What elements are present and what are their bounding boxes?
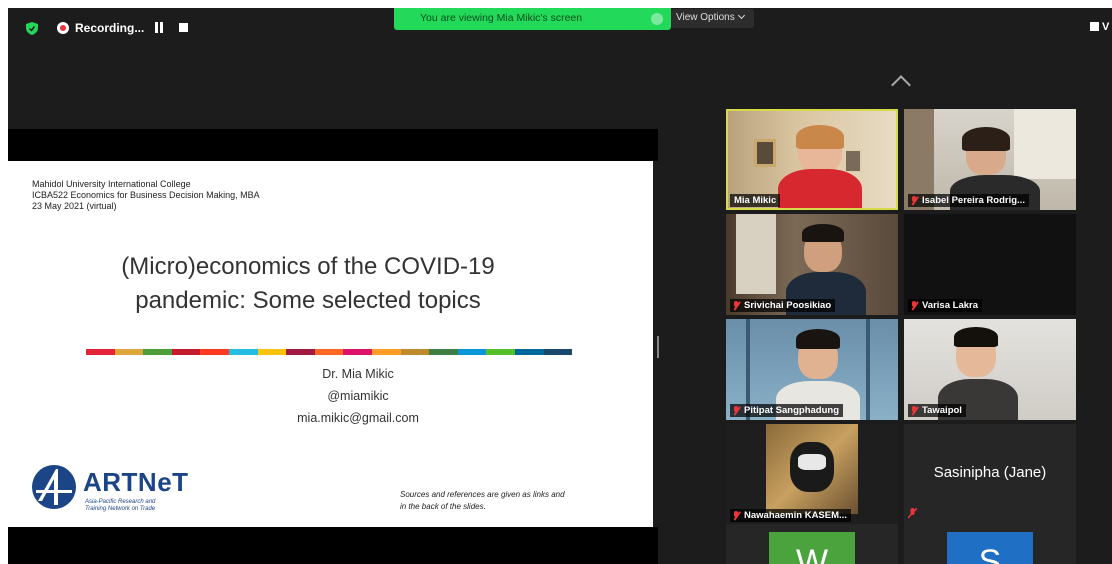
active-speaker-border (726, 109, 898, 210)
recording-label: Recording... (75, 21, 145, 35)
color-bar-segment (429, 349, 458, 355)
title-line: (Micro)economics of the COVID-19 (121, 253, 495, 280)
participant-name-text: Pitipat Sangphadung (744, 405, 839, 416)
mic-muted-icon (733, 406, 740, 415)
meta-line: ICBA522 Economics for Business Decision … (32, 190, 260, 200)
participant-tile[interactable]: Sasinipha (Jane) (904, 424, 1076, 525)
sources-line: in the back of the slides. (400, 502, 486, 511)
participant-tile[interactable]: S (904, 524, 1076, 564)
mic-muted-icon (733, 511, 740, 520)
banner-dot (651, 13, 663, 25)
sources-note: Sources and references are given as link… (400, 489, 640, 513)
color-bar-segment (314, 349, 344, 355)
author-handle: @miamikic (327, 389, 389, 403)
author-name: Dr. Mia Mikic (322, 367, 394, 381)
share-letterbox-top (8, 129, 658, 161)
participant-hair (962, 127, 1010, 151)
color-bar-segment (257, 349, 287, 355)
chevron-up-icon[interactable] (891, 75, 911, 95)
participant-tile[interactable]: Mia Mikic (726, 109, 898, 210)
meta-line: Mahidol University International College (32, 179, 191, 189)
sdg-color-bar (86, 349, 573, 355)
artnet-logo-text: ARTNeT (83, 467, 189, 497)
participant-avatar: S (947, 532, 1033, 564)
mic-muted-icon (911, 196, 918, 205)
viewing-banner-text: You are viewing Mia Mikic's screen (420, 12, 583, 24)
participant-tile[interactable]: W (726, 524, 898, 564)
window-bar (866, 319, 870, 420)
mic-muted-icon (911, 301, 918, 310)
logo-sub-line: Asia-Pacific Research and (85, 499, 156, 505)
shield-icon[interactable] (26, 22, 38, 35)
pause-icon[interactable] (153, 22, 165, 34)
share-letterbox-bottom (8, 527, 658, 564)
logo-sub-line: Training Network on Trade (85, 506, 156, 512)
participant-name: Srivichai Poosikiao (730, 299, 836, 312)
participant-tile[interactable]: Varisa Lakra (904, 214, 1076, 315)
color-bar-segment (514, 349, 544, 355)
participant-name: Tawaipol (908, 404, 966, 417)
record-icon (57, 22, 69, 34)
zoom-window: Recording... You are viewing Mia Mikic's… (8, 8, 1112, 564)
mic-muted-icon (908, 508, 917, 519)
color-bar-segment (171, 349, 201, 355)
title-line: pandemic: Some selected topics (135, 287, 481, 314)
color-bar-segment (200, 349, 229, 355)
participant-name: Pitipat Sangphadung (730, 404, 843, 417)
participant-hair (802, 224, 844, 242)
color-bar-segment (228, 349, 258, 355)
participant-hair (796, 329, 840, 349)
split-resize-handle[interactable] (657, 336, 659, 358)
author-email: mia.mikic@gmail.com (297, 411, 419, 425)
color-bar-segment (486, 349, 515, 355)
view-options-label: View Options (676, 12, 735, 23)
participant-tile[interactable]: Isabel Pereira Rodrig... (904, 109, 1076, 210)
participant-tile[interactable]: Tawaipol (904, 319, 1076, 420)
stop-icon[interactable] (179, 23, 188, 32)
shared-slide: Mahidol University International College… (8, 161, 653, 527)
color-bar-segment (400, 349, 430, 355)
viewing-banner: You are viewing Mia Mikic's screen (394, 8, 671, 30)
color-bar-segment (343, 349, 372, 355)
view-mode-button[interactable]: V (1090, 21, 1109, 33)
participant-center-name: Sasinipha (Jane) (933, 464, 1047, 481)
mic-muted-icon (733, 301, 740, 310)
color-bar-segment (86, 349, 115, 355)
chevron-down-icon (737, 11, 745, 20)
view-mode-label: V (1102, 21, 1110, 33)
participant-name-text: Tawaipol (922, 405, 962, 416)
color-bar-segment (114, 349, 144, 355)
color-bar-segment (143, 349, 172, 355)
view-options-button[interactable]: View Options (671, 9, 754, 28)
participant-hair (954, 327, 998, 347)
slide-meta: Mahidol University International College… (32, 179, 260, 212)
participant-name-text: Srivichai Poosikiao (744, 300, 832, 311)
color-bar-segment (543, 349, 573, 355)
participant-name-text: Varisa Lakra (922, 300, 978, 311)
sources-line: Sources and references are given as link… (400, 490, 565, 499)
artnet-logo-subtitle: Asia-Pacific Research and Training Netwo… (85, 499, 155, 513)
color-bar-segment (286, 349, 315, 355)
participant-tile[interactable]: Srivichai Poosikiao (726, 214, 898, 315)
participant-tile[interactable]: Nawahaemin KASEM... (726, 424, 898, 525)
avatar-figure-eyes (798, 454, 826, 470)
artnet-logo (32, 465, 76, 509)
participant-name: Varisa Lakra (908, 299, 982, 312)
participant-name: Isabel Pereira Rodrig... (908, 194, 1029, 207)
participant-name-text: Nawahaemin KASEM... (744, 510, 847, 521)
participant-name-text: Isabel Pereira Rodrig... (922, 195, 1025, 206)
color-bar-segment (457, 349, 487, 355)
grid-icon (1090, 22, 1099, 31)
participant-tile[interactable]: Pitipat Sangphadung (726, 319, 898, 420)
participant-avatar: W (769, 532, 855, 564)
meta-line: 23 May 2021 (virtual) (32, 201, 117, 211)
wall-panel (736, 214, 776, 294)
slide-title: (Micro)economics of the COVID-19 pandemi… (68, 250, 548, 318)
color-bar-segment (371, 349, 401, 355)
participant-name: Nawahaemin KASEM... (730, 509, 851, 522)
mic-muted-icon (911, 406, 918, 415)
wall-window (1014, 109, 1076, 179)
